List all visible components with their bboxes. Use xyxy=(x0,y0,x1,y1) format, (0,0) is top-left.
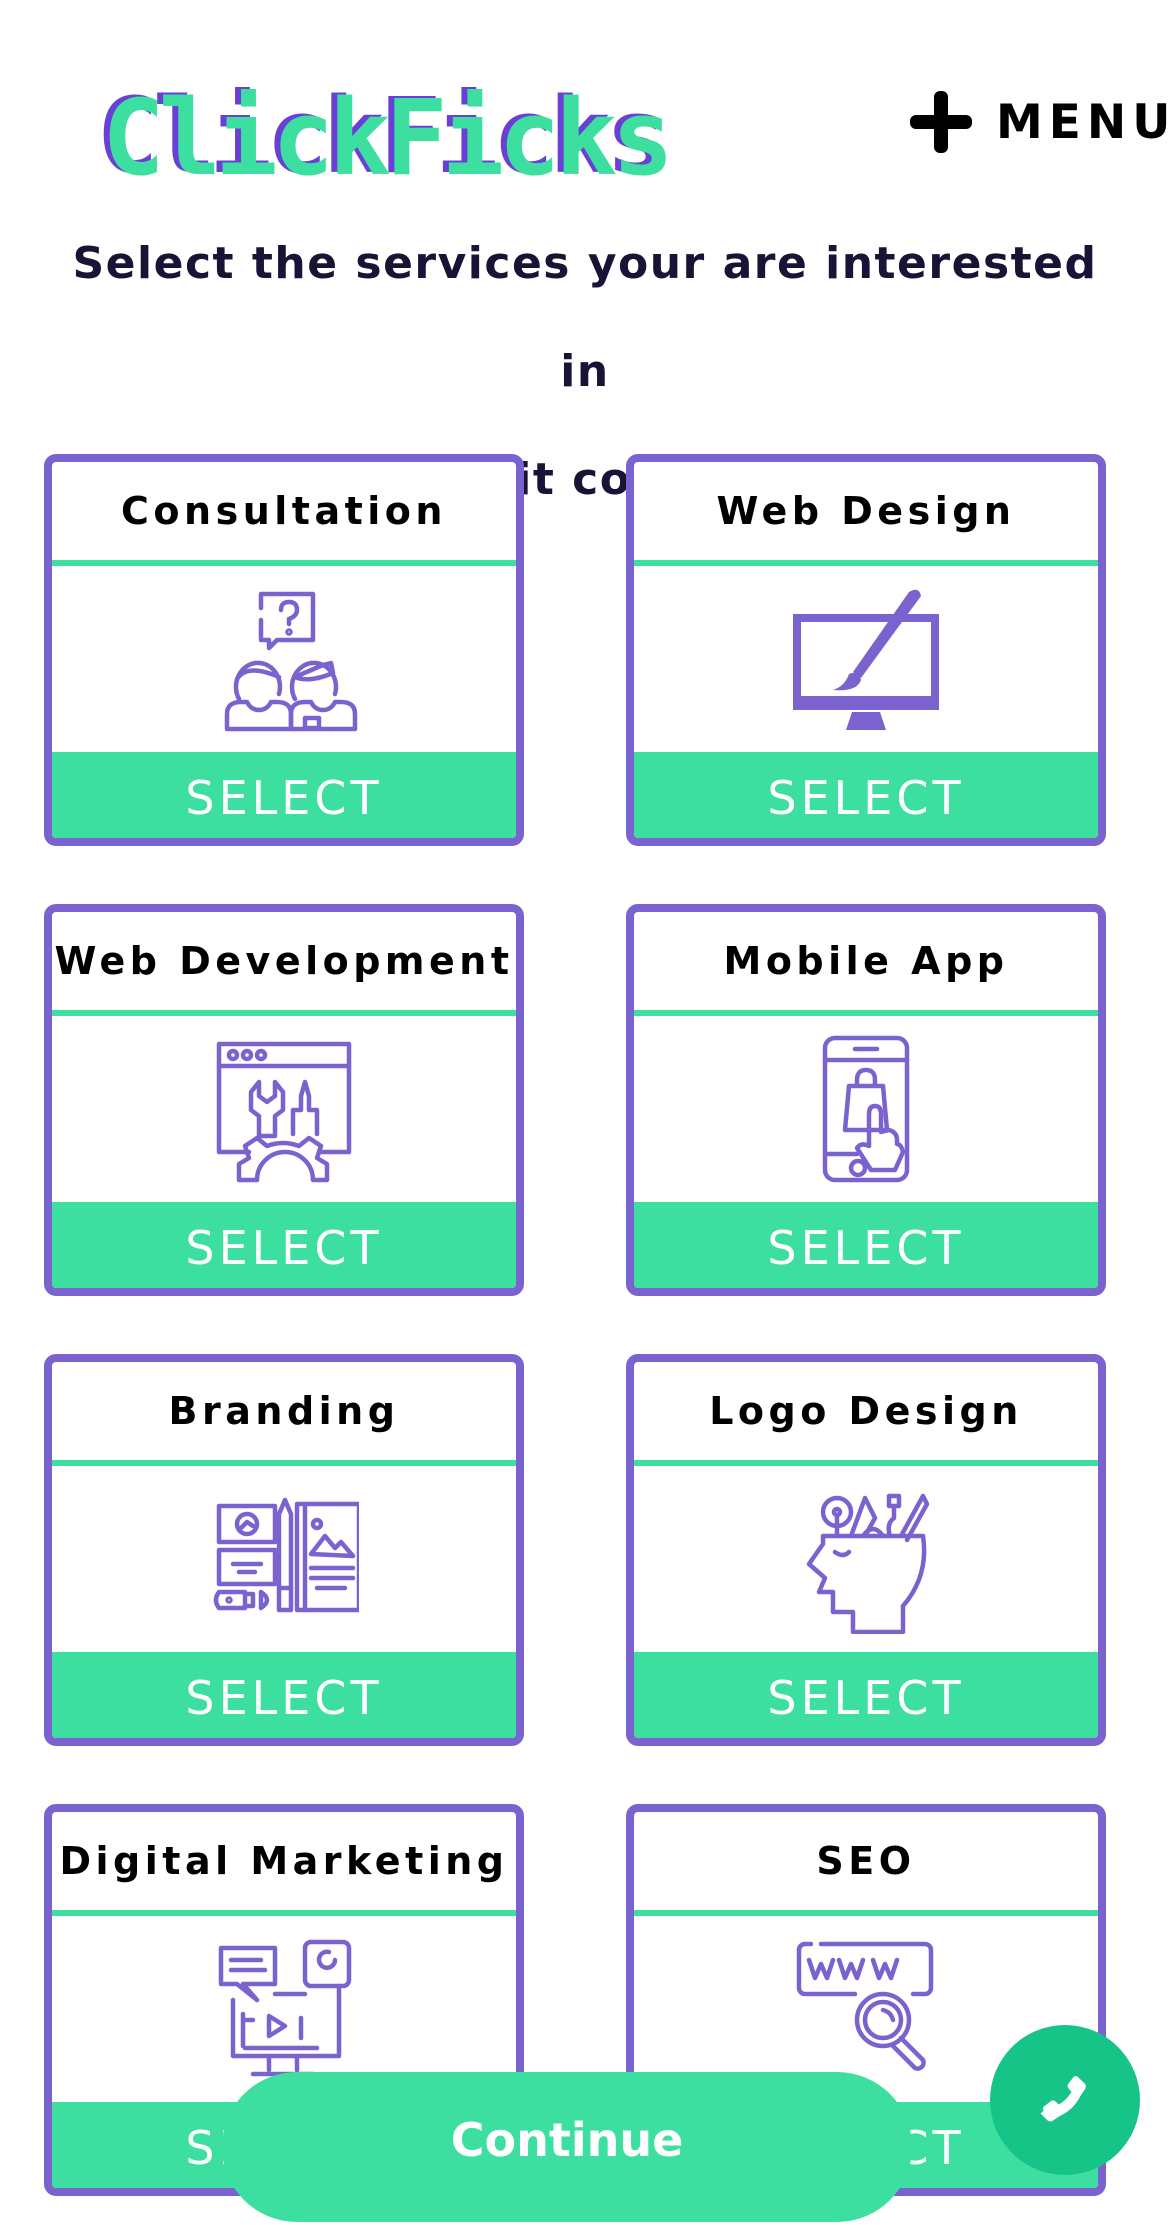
service-title: Logo Design xyxy=(709,1389,1023,1433)
select-button[interactable]: SELECT xyxy=(634,1652,1098,1738)
plus-icon xyxy=(910,91,972,153)
brand-logo[interactable]: ClickFicks xyxy=(102,86,702,190)
smartphone-shopping-icon xyxy=(822,1035,910,1183)
select-button[interactable]: SELECT xyxy=(634,1202,1098,1288)
service-title: Consultation xyxy=(121,489,447,533)
menu-label: MENU xyxy=(996,94,1170,150)
head-creativity-icon xyxy=(806,1493,930,1634)
service-card-web-design[interactable]: Web Design SELECT xyxy=(626,454,1106,846)
browser-tools-gear-icon xyxy=(216,1041,352,1183)
menu-button[interactable]: MENU xyxy=(910,91,1170,153)
select-button[interactable]: SELECT xyxy=(634,752,1098,838)
call-button[interactable] xyxy=(990,2025,1140,2175)
monitor-paintbrush-icon xyxy=(793,589,939,730)
instructions-line-1: Select the services your are interested … xyxy=(72,238,1098,397)
service-title: Web Development xyxy=(54,939,514,983)
service-card-web-development[interactable]: Web Development SELECT xyxy=(44,904,524,1296)
select-button[interactable]: SELECT xyxy=(52,752,516,838)
service-card-logo-design[interactable]: Logo Design SELECT xyxy=(626,1354,1106,1746)
consultation-icon xyxy=(224,591,358,732)
branding-stationery-icon xyxy=(213,1497,359,1613)
service-title: Web Design xyxy=(716,489,1016,533)
service-card-consultation[interactable]: Consultation SELECT xyxy=(44,454,524,846)
service-title: SEO xyxy=(816,1839,916,1883)
digital-marketing-monitor-icon xyxy=(218,1939,352,2077)
select-button[interactable]: SELECT xyxy=(52,1202,516,1288)
service-card-branding[interactable]: Branding SELECT xyxy=(44,1354,524,1746)
service-title: Digital Marketing xyxy=(59,1839,509,1883)
service-title: Branding xyxy=(168,1389,400,1433)
phone-icon xyxy=(1040,2076,1086,2122)
continue-button[interactable]: Continue xyxy=(222,2072,912,2222)
service-title: Mobile App xyxy=(723,939,1009,983)
select-button[interactable]: SELECT xyxy=(52,1652,516,1738)
service-card-mobile-app[interactable]: Mobile App SELECT xyxy=(626,904,1106,1296)
www-magnifier-icon xyxy=(796,1941,934,2071)
